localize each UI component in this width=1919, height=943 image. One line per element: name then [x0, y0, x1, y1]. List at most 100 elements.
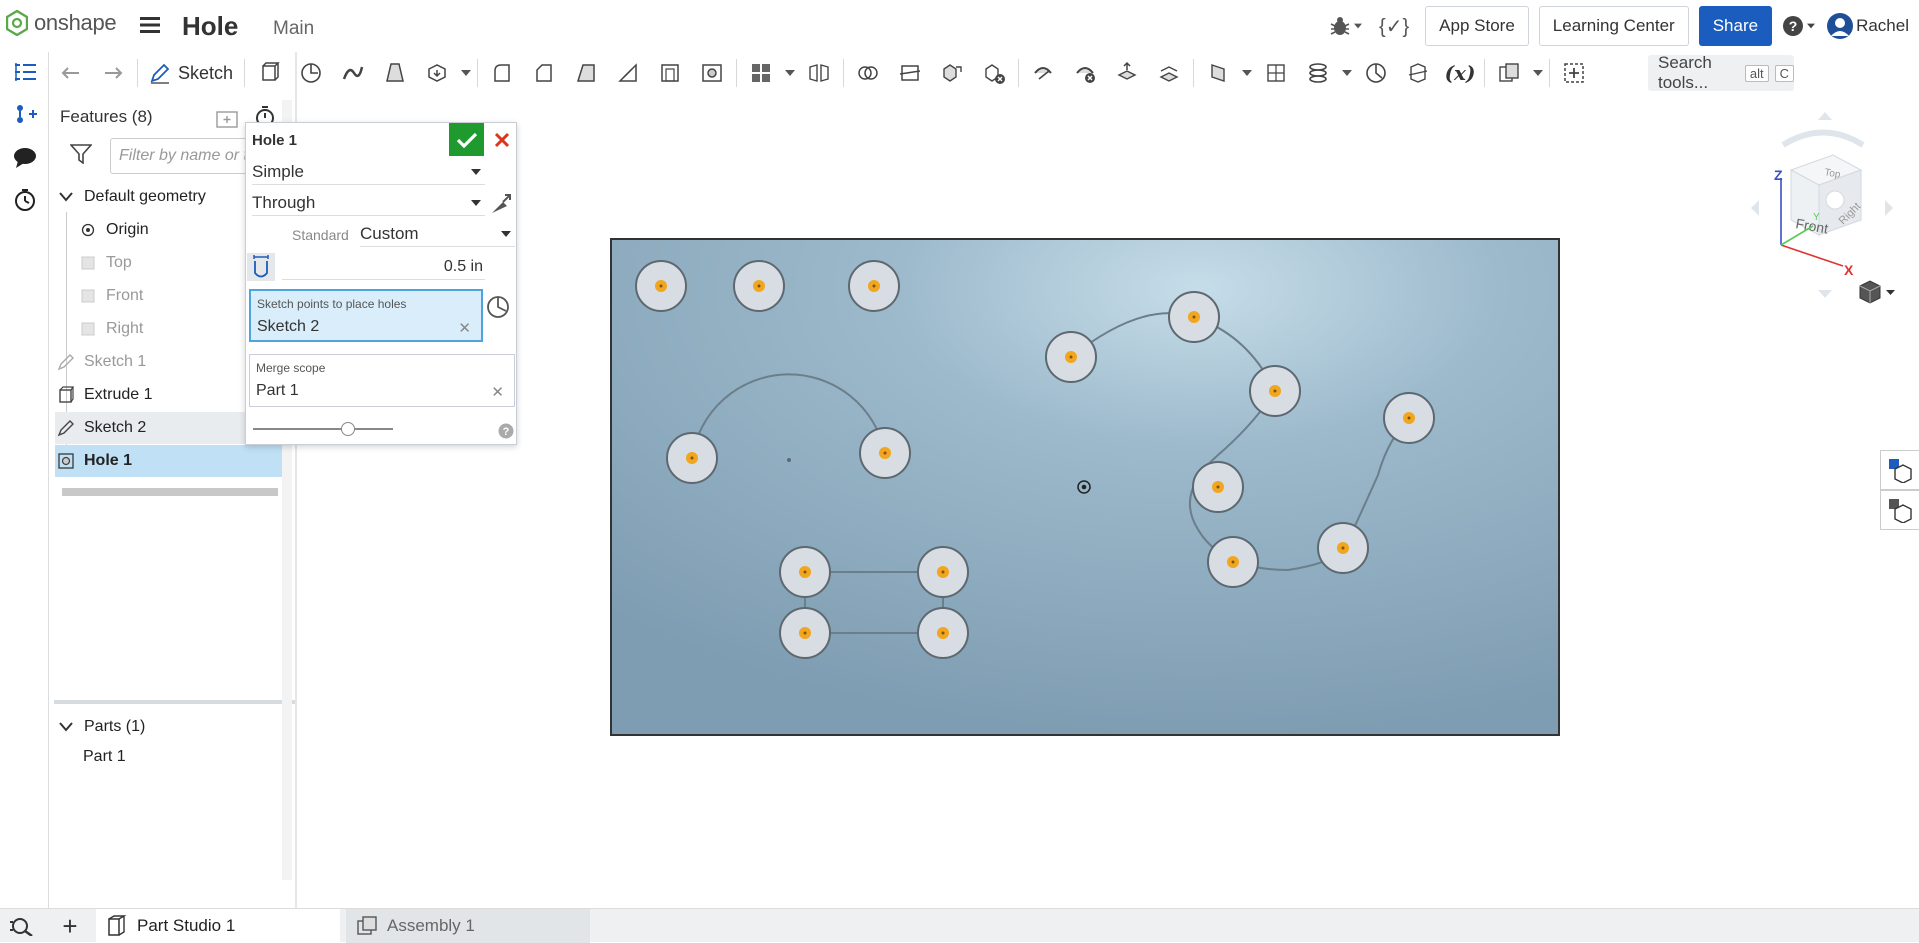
hole-preview[interactable] — [1168, 291, 1220, 343]
help-icon[interactable]: ? — [1782, 15, 1816, 37]
arrow-up-icon[interactable] — [1818, 112, 1832, 120]
add-custom-feature-icon[interactable] — [1553, 55, 1595, 91]
delete-face-icon[interactable] — [1064, 55, 1106, 91]
boolean-icon[interactable] — [847, 55, 889, 91]
mirror-icon[interactable] — [798, 55, 840, 91]
shell-icon[interactable] — [649, 55, 691, 91]
learning-center-button[interactable]: Learning Center — [1538, 6, 1689, 46]
undo-button[interactable] — [50, 55, 92, 91]
arrow-right-icon[interactable] — [1885, 200, 1893, 216]
history-icon[interactable] — [12, 187, 38, 213]
add-tab-button[interactable]: + — [52, 909, 88, 943]
termination-select[interactable]: Through — [252, 190, 485, 216]
tab-part-studio-1[interactable]: Part Studio 1 — [96, 909, 340, 943]
workspace-branch[interactable]: Main — [273, 18, 314, 40]
hole-style-select[interactable]: Simple — [252, 159, 485, 185]
help-icon[interactable]: ? — [498, 423, 514, 444]
move-face-icon[interactable] — [1106, 55, 1148, 91]
plane-icon[interactable] — [1197, 55, 1239, 91]
hole-preview[interactable] — [917, 607, 969, 659]
hole-preview[interactable] — [1249, 365, 1301, 417]
user-menu[interactable]: Rachel — [1826, 12, 1909, 40]
draft-icon[interactable] — [565, 55, 607, 91]
measure-icon[interactable] — [1355, 55, 1397, 91]
clear-selection-icon[interactable]: ✕ — [458, 319, 471, 337]
add-folder-icon[interactable] — [215, 108, 241, 135]
search-tabs-icon[interactable] — [10, 916, 36, 941]
variable-icon[interactable]: (x) — [1439, 55, 1481, 91]
hole-preview[interactable] — [635, 260, 687, 312]
hole-preview[interactable] — [1207, 536, 1259, 588]
part-item[interactable]: Part 1 — [55, 741, 283, 773]
feature-item-hole-1[interactable]: Hole 1 — [55, 445, 283, 477]
diameter-input[interactable]: 0.5 in — [282, 254, 485, 280]
pattern-icon[interactable] — [486, 295, 510, 324]
appearance-panel-button[interactable] — [1880, 450, 1919, 490]
viewport-canvas[interactable]: Top Front Right Z X Y — [298, 100, 1919, 908]
hole-preview[interactable] — [859, 427, 911, 479]
thicken-icon[interactable] — [416, 55, 458, 91]
arrow-left-icon[interactable] — [1751, 200, 1759, 216]
onshape-logo[interactable]: onshape — [6, 10, 117, 36]
linear-pattern-icon[interactable] — [740, 55, 782, 91]
extrude-icon[interactable] — [248, 55, 290, 91]
bug-report-icon[interactable] — [1329, 15, 1363, 37]
graphics-viewport[interactable]: Top Front Right Z X Y — [298, 100, 1919, 908]
chevron-down-icon[interactable] — [1530, 55, 1546, 91]
mate-connector-icon[interactable] — [1255, 55, 1297, 91]
derived-icon[interactable] — [1488, 55, 1530, 91]
custom-features-icon[interactable]: {✓} — [1379, 14, 1409, 39]
feature-list-icon[interactable] — [12, 61, 38, 87]
hole-preview[interactable] — [1045, 331, 1097, 383]
standard-select[interactable]: Custom — [360, 221, 515, 247]
view-cube-arc[interactable] — [1781, 129, 1865, 148]
hole-preview[interactable] — [666, 432, 718, 484]
comments-icon[interactable] — [12, 145, 38, 171]
parts-group[interactable]: Parts (1) — [55, 711, 283, 743]
app-store-button[interactable]: App Store — [1425, 6, 1529, 46]
redo-button[interactable] — [92, 55, 134, 91]
hamburger-menu-icon[interactable] — [140, 15, 160, 40]
insert-part-icon[interactable] — [12, 102, 38, 128]
chevron-down-icon[interactable] — [458, 55, 474, 91]
hole-icon[interactable] — [691, 55, 733, 91]
modify-fillet-icon[interactable] — [1022, 55, 1064, 91]
chamfer-icon[interactable] — [523, 55, 565, 91]
chevron-down-icon[interactable] — [1339, 55, 1355, 91]
hole-preview[interactable] — [1383, 392, 1435, 444]
slider-thumb[interactable] — [341, 422, 355, 436]
hole-preview[interactable] — [779, 607, 831, 659]
chevron-down-icon[interactable] — [55, 192, 77, 202]
arrow-down-icon[interactable] — [1818, 290, 1832, 298]
accept-button[interactable] — [449, 123, 484, 156]
search-tools-input[interactable]: Search tools... alt C — [1648, 53, 1794, 92]
view-cube[interactable]: Top Front Right Z X Y — [1751, 112, 1893, 298]
section-view-icon[interactable] — [1397, 55, 1439, 91]
transform-icon[interactable] — [931, 55, 973, 91]
fillet-icon[interactable] — [481, 55, 523, 91]
rib-icon[interactable] — [607, 55, 649, 91]
preview-slider[interactable] — [253, 422, 393, 436]
configuration-panel-button[interactable] — [1880, 490, 1919, 530]
tab-assembly-1[interactable]: Assembly 1 — [346, 909, 590, 943]
sweep-icon[interactable] — [332, 55, 374, 91]
chevron-down-icon[interactable] — [782, 55, 798, 91]
hole-preview[interactable] — [733, 260, 785, 312]
hole-preview[interactable] — [1317, 522, 1369, 574]
document-title[interactable]: Hole — [182, 11, 238, 42]
hole-preview[interactable] — [1192, 461, 1244, 513]
hole-preview[interactable] — [917, 546, 969, 598]
loft-icon[interactable] — [374, 55, 416, 91]
hole-preview[interactable] — [848, 260, 900, 312]
flip-direction-icon[interactable] — [489, 192, 513, 221]
split-icon[interactable] — [889, 55, 931, 91]
panel-resize-divider[interactable] — [54, 700, 296, 704]
merge-scope-selection[interactable]: Merge scope Part 1 ✕ — [249, 354, 515, 407]
sketch-points-selection[interactable]: Sketch points to place holes Sketch 2 ✕ — [249, 289, 483, 342]
view-mode-dropdown[interactable] — [1859, 280, 1895, 304]
cancel-button[interactable] — [486, 123, 518, 156]
sketch-button[interactable]: Sketch — [141, 55, 241, 91]
filter-icon[interactable] — [69, 144, 93, 169]
chevron-down-icon[interactable] — [55, 722, 77, 732]
delete-part-icon[interactable] — [973, 55, 1015, 91]
